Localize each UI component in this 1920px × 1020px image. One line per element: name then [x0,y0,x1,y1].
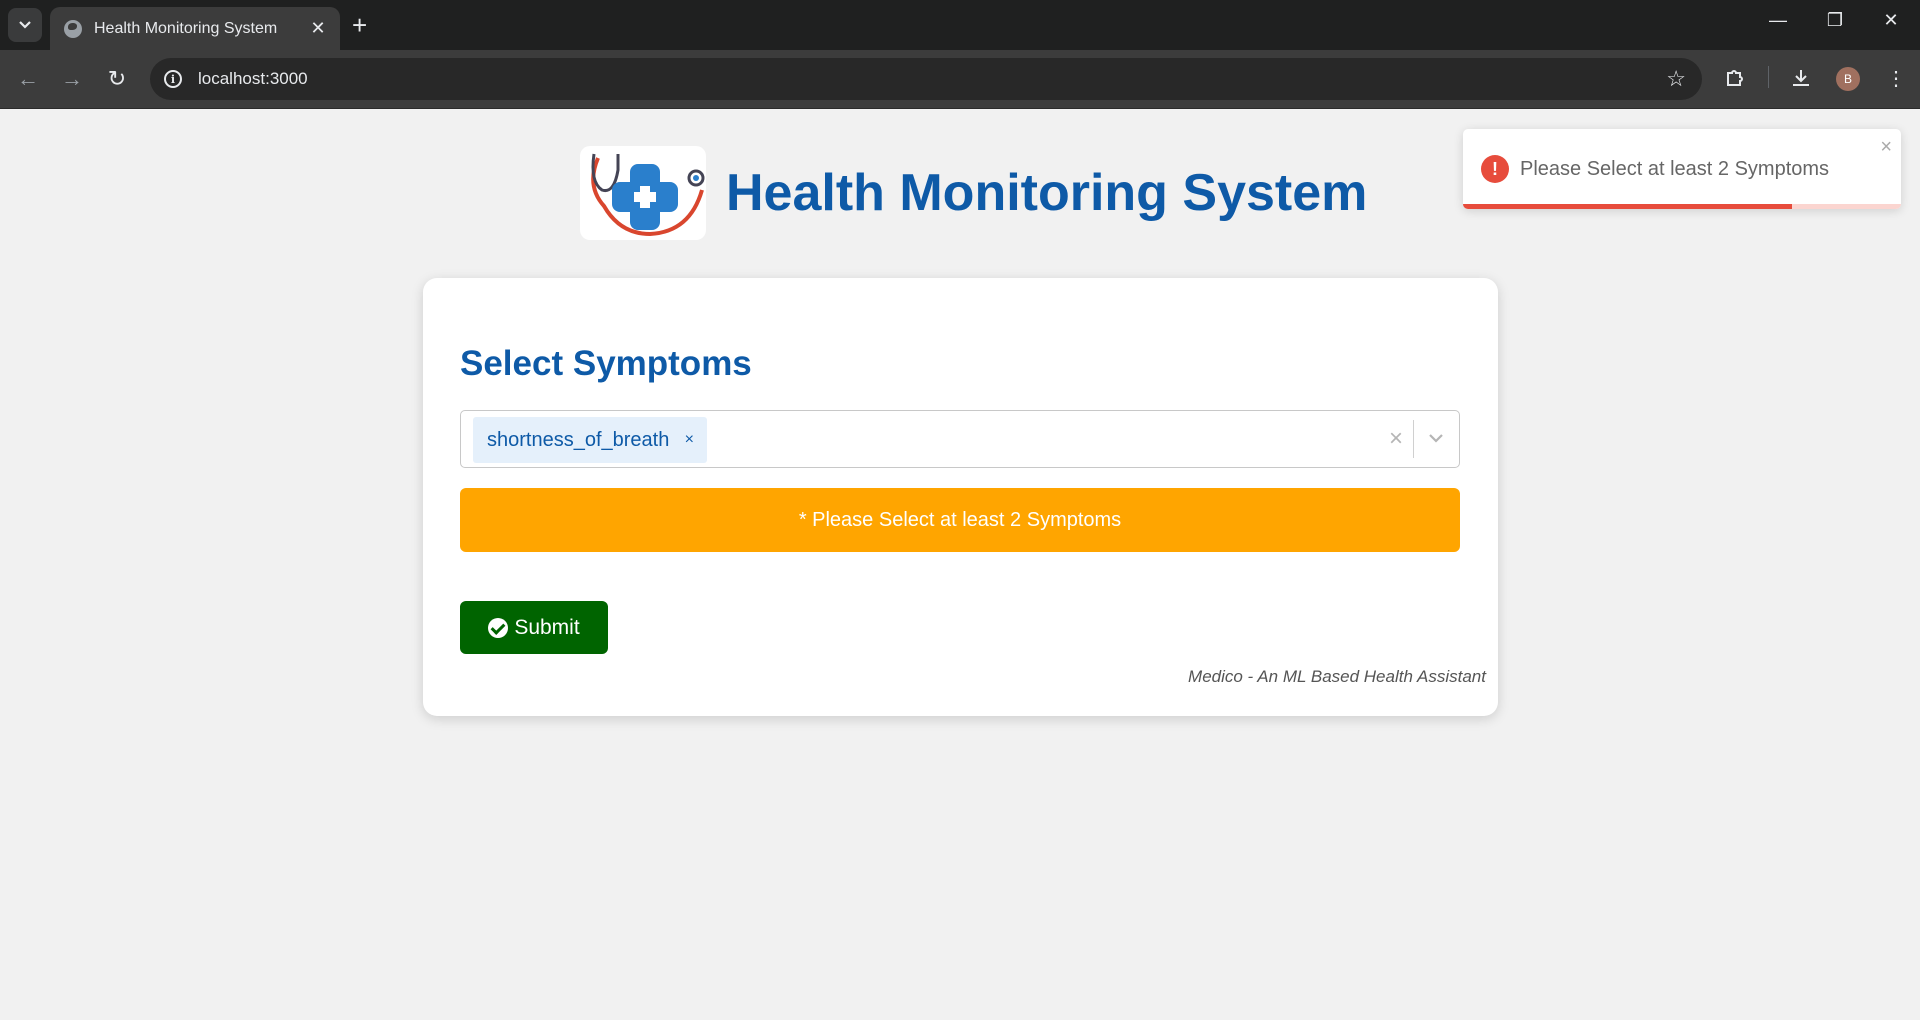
tab-search-button[interactable] [8,8,42,42]
arrow-left-icon: ← [17,66,39,91]
symptom-chip: shortness_of_breath × [473,417,708,463]
forward-button[interactable]: → [58,66,86,92]
kebab-menu-icon[interactable]: ⋮ [1886,67,1906,91]
globe-icon [64,19,82,38]
section-title: Select Symptoms [460,344,752,383]
check-circle-icon [488,617,509,638]
download-icon[interactable] [1790,67,1812,95]
reload-icon: ↻ [107,66,127,91]
back-button[interactable]: ← [14,66,42,92]
profile-avatar[interactable]: B [1836,67,1860,91]
puzzle-icon[interactable] [1724,67,1746,95]
symptom-multiselect[interactable]: shortness_of_breath × × [460,410,1460,468]
select-separator [1413,420,1414,458]
validation-warning: * Please Select at least 2 Symptoms [460,488,1460,552]
star-icon[interactable]: ☆ [1666,66,1686,92]
footer-note: Medico - An ML Based Health Assistant [1188,667,1486,686]
clear-all-icon[interactable]: × [1389,427,1403,451]
medical-cross-stethoscope-logo [580,146,706,240]
submit-button[interactable]: Submit [460,601,608,654]
error-toast[interactable]: ! Please Select at least 2 Symptoms × [1463,129,1901,209]
browser-toolbar: ← → ↻ i localhost:3000 ☆ ⋮ [0,50,1920,109]
minimize-button[interactable]: — [1755,10,1801,31]
chevron-down-icon [19,21,31,29]
toolbar-divider [1768,66,1769,88]
url-text[interactable]: localhost:3000 [198,69,308,89]
chip-remove-icon[interactable]: × [681,431,697,449]
toast-message: Please Select at least 2 Symptoms [1520,158,1830,180]
chevron-down-icon[interactable] [1424,426,1448,450]
window-close-button[interactable]: ✕ [1868,10,1914,31]
exclamation-icon: ! [1481,155,1509,183]
tab-close-icon[interactable]: ✕ [308,18,328,39]
address-bar[interactable]: i localhost:3000 ☆ [150,58,1702,100]
page-title: Health Monitoring System [726,164,1368,222]
new-tab-button[interactable]: + [352,12,367,38]
browser-tab-bar: Health Monitoring System ✕ + — ❐ ✕ [0,0,1920,50]
symptom-chip-label: shortness_of_breath [487,428,670,451]
submit-label: Submit [514,615,580,639]
browser-tab[interactable]: Health Monitoring System ✕ [50,7,340,50]
symptom-form-card: Select Symptoms shortness_of_breath × × … [423,278,1498,716]
toast-progress-bar [1463,204,1792,209]
reload-button[interactable]: ↻ [103,66,131,92]
info-icon[interactable]: i [164,70,182,88]
arrow-right-icon: → [61,66,83,91]
toast-close-icon[interactable]: × [1880,136,1892,159]
toast-progress-track [1463,204,1901,209]
restore-button[interactable]: ❐ [1812,10,1858,31]
tab-title: Health Monitoring System [94,19,278,37]
app-header: Health Monitoring System [580,146,1367,240]
